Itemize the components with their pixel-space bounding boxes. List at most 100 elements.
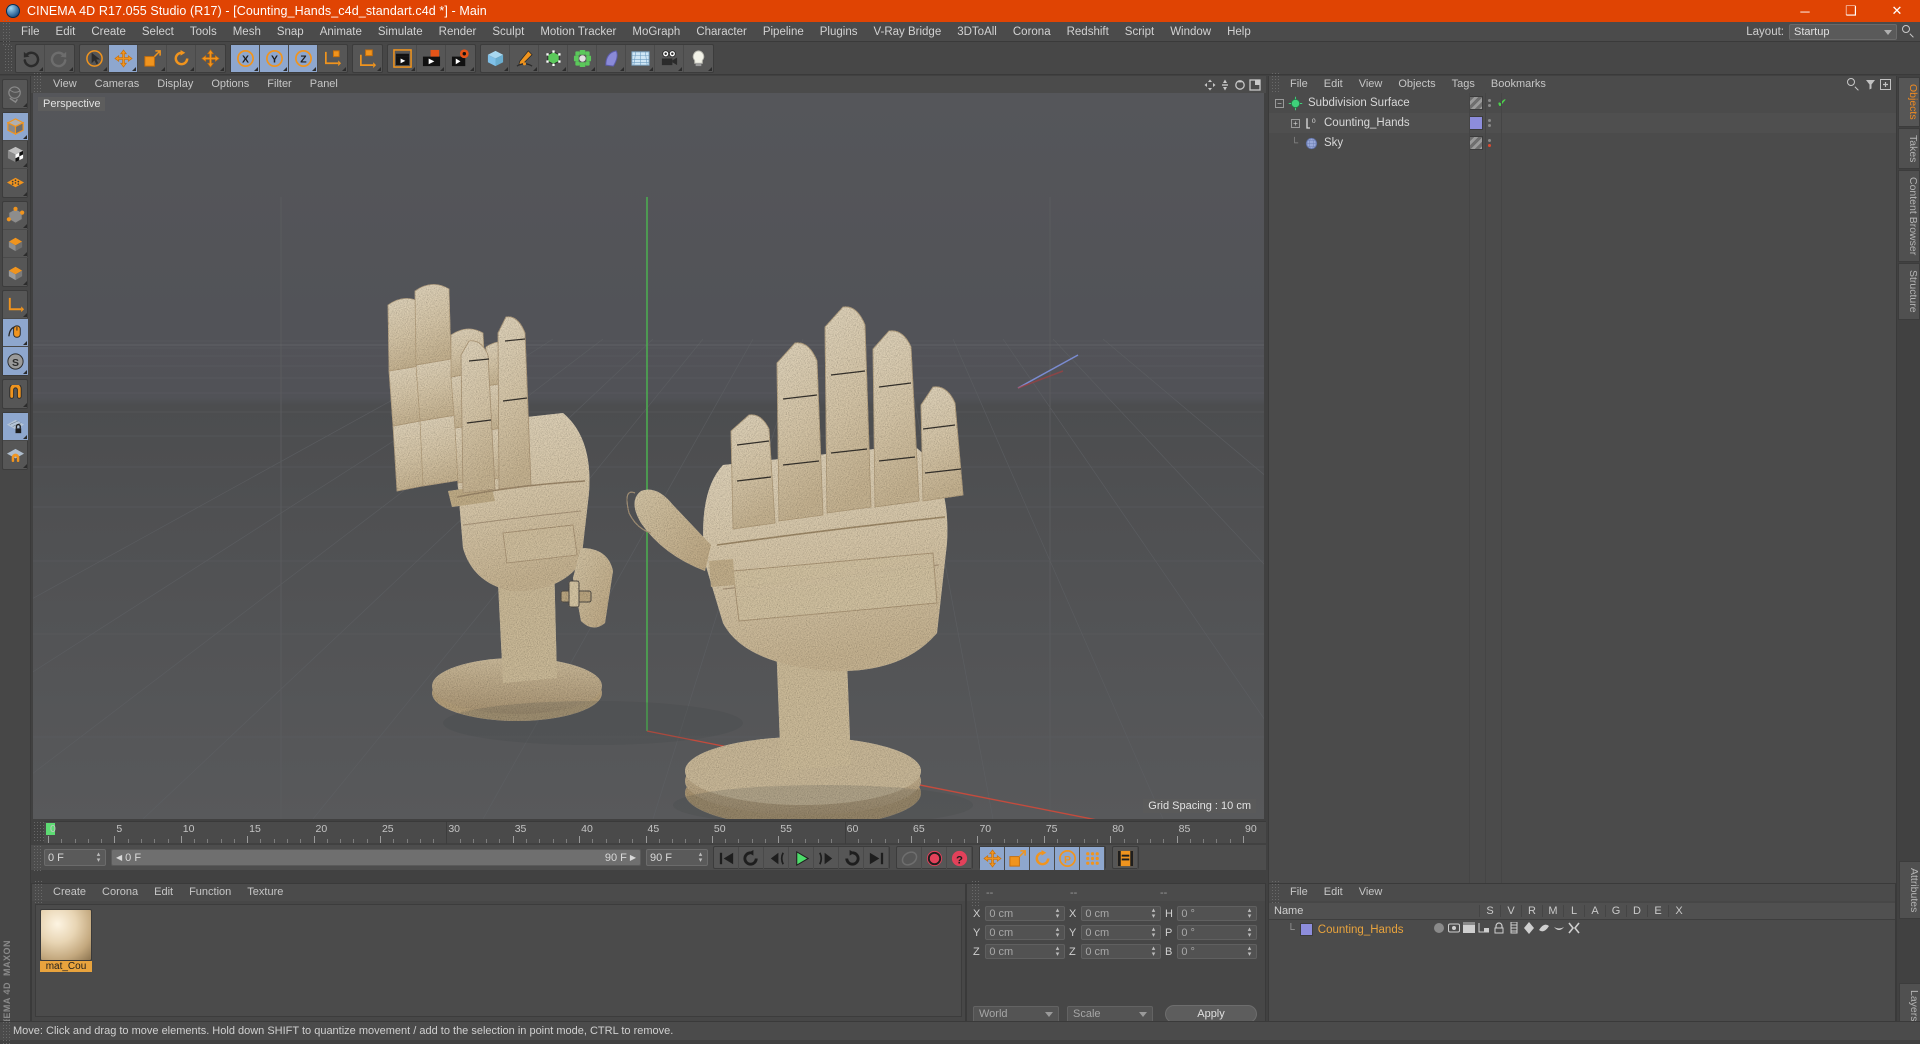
render-region-icon[interactable] <box>417 45 446 72</box>
floor-environment-icon[interactable] <box>626 45 655 72</box>
object-menu-bookmarks[interactable]: Bookmarks <box>1483 76 1554 93</box>
menu-item-redshift[interactable]: Redshift <box>1059 22 1117 42</box>
material-menu-edit[interactable]: Edit <box>146 884 181 901</box>
attribute-menu-view[interactable]: View <box>1351 884 1391 901</box>
select-live-icon[interactable] <box>80 45 109 72</box>
move-icon[interactable] <box>109 45 138 72</box>
light-icon[interactable] <box>684 45 713 72</box>
keyframe-selection-icon[interactable]: ? <box>947 847 972 870</box>
spinner-icon[interactable]: ▴▾ <box>1054 927 1061 938</box>
coord-field-position[interactable]: 0 cm▴▾ <box>985 925 1065 940</box>
menu-item-edit[interactable]: Edit <box>48 22 84 42</box>
range-right-arrow-icon[interactable]: ▶ <box>630 853 636 862</box>
menu-item-file[interactable]: File <box>13 22 48 42</box>
material-menu-texture[interactable]: Texture <box>239 884 291 901</box>
viewport-menu-panel[interactable]: Panel <box>301 76 347 93</box>
viewport-maximize-icon[interactable] <box>1249 79 1261 91</box>
point-mode-icon[interactable] <box>3 202 28 230</box>
magnet-icon[interactable] <box>3 380 28 408</box>
menu-item-tools[interactable]: Tools <box>182 22 225 42</box>
go-to-start-icon[interactable] <box>714 847 739 870</box>
workplane-mode-icon[interactable] <box>3 169 28 197</box>
record-active-objects-icon[interactable] <box>922 847 947 870</box>
menu-item-mesh[interactable]: Mesh <box>225 22 269 42</box>
expand-icon[interactable] <box>1880 79 1891 90</box>
axis-x-icon[interactable]: X <box>231 45 260 72</box>
spinner-icon[interactable]: ▴▾ <box>95 852 102 863</box>
material-menu-create[interactable]: Create <box>45 884 94 901</box>
viewport-pan-icon[interactable] <box>1204 79 1216 91</box>
menu-item-script[interactable]: Script <box>1117 22 1162 42</box>
move-alt-icon[interactable] <box>196 45 225 72</box>
coord-field-size[interactable]: 0 cm▴▾ <box>1081 925 1161 940</box>
vertical-tab-objects[interactable]: Objects <box>1898 77 1920 127</box>
model-mode-icon[interactable] <box>3 113 28 141</box>
object-menu-file[interactable]: File <box>1282 76 1316 93</box>
spinner-icon[interactable]: ▴▾ <box>1150 946 1157 957</box>
object-row[interactable]: +0Counting_Hands <box>1269 113 1896 133</box>
material-item[interactable]: mat_Cou <box>40 909 92 972</box>
material-list[interactable]: mat_Cou <box>35 904 962 1017</box>
coord-field-position[interactable]: 0 cm▴▾ <box>985 906 1065 921</box>
viewport-menu-options[interactable]: Options <box>202 76 258 93</box>
viewport-menu-filter[interactable]: Filter <box>258 76 300 93</box>
spinner-icon[interactable]: ▴▾ <box>697 852 704 863</box>
column-header-l[interactable]: L <box>1563 905 1584 917</box>
search-icon[interactable] <box>1847 78 1861 92</box>
maximize-button[interactable]: ❑ <box>1828 0 1874 22</box>
spinner-icon[interactable]: ▴▾ <box>1150 927 1157 938</box>
rotate-icon[interactable] <box>167 45 196 72</box>
position-key-icon[interactable] <box>980 847 1005 870</box>
viewport-solo-icon[interactable] <box>3 319 28 347</box>
menu-grip[interactable] <box>2 19 11 45</box>
coord-field-rotation[interactable]: 0 °▴▾ <box>1177 906 1257 921</box>
axis-z-icon[interactable]: Z <box>289 45 318 72</box>
playbar-grip[interactable] <box>33 845 42 871</box>
column-header-s[interactable]: S <box>1479 905 1500 917</box>
scale-icon[interactable] <box>138 45 167 72</box>
spinner-icon[interactable]: ▴▾ <box>1246 908 1253 919</box>
spinner-icon[interactable]: ▴▾ <box>1150 908 1157 919</box>
timeline-icon[interactable] <box>1113 847 1138 870</box>
material-menu-function[interactable]: Function <box>181 884 239 901</box>
material-menu-corona[interactable]: Corona <box>94 884 146 901</box>
tag-dots-icon[interactable] <box>1488 119 1493 127</box>
menu-item-render[interactable]: Render <box>431 22 485 42</box>
column-header-e[interactable]: E <box>1647 905 1668 917</box>
column-header-d[interactable]: D <box>1626 905 1647 917</box>
column-header-m[interactable]: M <box>1542 905 1563 917</box>
spinner-icon[interactable]: ▴▾ <box>1054 908 1061 919</box>
menu-item-3dtoall[interactable]: 3DToAll <box>949 22 1005 42</box>
timeline-ruler[interactable]: 051015202530354045505560657075808590 <box>44 821 1266 843</box>
range-left-arrow-icon[interactable]: ◀ <box>116 853 122 862</box>
autokey-icon[interactable] <box>897 847 922 870</box>
object-tag-swatch[interactable] <box>1469 136 1483 150</box>
column-header-v[interactable]: V <box>1500 905 1521 917</box>
lock-icon[interactable] <box>1493 922 1505 937</box>
column-header-a[interactable]: A <box>1584 905 1605 917</box>
workplane-lock-icon[interactable] <box>3 413 28 441</box>
menu-item-character[interactable]: Character <box>688 22 755 42</box>
axis-y-icon[interactable]: Y <box>260 45 289 72</box>
tag-dots-icon[interactable] <box>1488 99 1493 107</box>
timeline-range-bar[interactable]: ◀ 0 F 90 F ▶ <box>111 849 641 866</box>
polygon-mode-icon[interactable] <box>3 258 28 286</box>
play-back-icon[interactable] <box>739 847 764 870</box>
object-menu-objects[interactable]: Objects <box>1390 76 1443 93</box>
undo-view-icon[interactable] <box>3 80 28 108</box>
coord-field-rotation[interactable]: 0 °▴▾ <box>1177 925 1257 940</box>
param-key-icon[interactable]: P <box>1055 847 1080 870</box>
3d-viewport[interactable]: Y X Z Perspective Grid Spacing : 10 cm <box>33 93 1264 819</box>
menu-item-snap[interactable]: Snap <box>269 22 312 42</box>
visibility-icon[interactable] <box>1448 922 1460 937</box>
xpresso-icon[interactable] <box>1568 922 1580 937</box>
coord-field-position[interactable]: 0 cm▴▾ <box>985 944 1065 959</box>
menu-item-pipeline[interactable]: Pipeline <box>755 22 812 42</box>
minimize-button[interactable]: ─ <box>1782 0 1828 22</box>
menu-item-plugins[interactable]: Plugins <box>812 22 866 42</box>
expand-expander-icon[interactable]: + <box>1291 119 1300 128</box>
undo-icon[interactable] <box>16 45 45 72</box>
menu-item-window[interactable]: Window <box>1162 22 1219 42</box>
object-axis-mode-icon[interactable] <box>3 291 28 319</box>
edge-mode-icon[interactable] <box>3 230 28 258</box>
